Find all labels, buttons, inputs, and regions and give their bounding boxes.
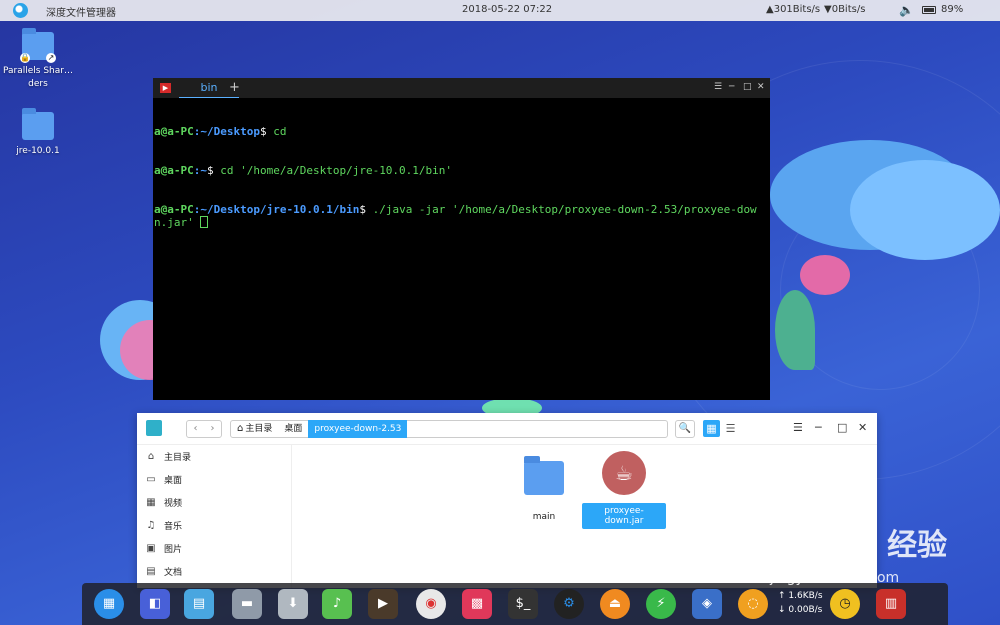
sidebar-item-documents[interactable]: ▤ 文档 (137, 560, 291, 583)
top-panel: 深度文件管理器 2018-05-22 07:22 ▲301Bits/s ▼0Bi… (0, 0, 1000, 21)
deepin-launcher-icon[interactable] (13, 3, 28, 18)
datetime-icon[interactable]: ◷ (830, 589, 860, 619)
terminal-window[interactable]: ▶ bin + ☰ ─ □ ✕ a@a-PC:~/Desktop$ cd a@a… (153, 78, 770, 400)
file-manager-toolbar: ‹ › ⌂ 主目录 桌面 proxyee-down-2.53 🔍 ▦ ☰ ☰ ─ … (137, 413, 877, 445)
power-icon[interactable]: ⚡ (646, 589, 676, 619)
add-tab-icon[interactable]: + (229, 80, 240, 95)
breadcrumb-current[interactable]: proxyee-down-2.53 (308, 419, 408, 438)
clock[interactable]: 2018-05-22 07:22 (462, 4, 552, 15)
folder-icon: 🔒 ↗ (20, 28, 56, 63)
desktop-icon: ▭ (146, 474, 156, 485)
sidebar-item-pictures[interactable]: ▣ 图片 (137, 537, 291, 560)
navigation-buttons: ‹ › (186, 420, 222, 438)
network-folder-icon[interactable]: ◈ (692, 589, 722, 619)
watermark-url: jingyan.baidu.com (770, 570, 900, 586)
breadcrumb-desktop[interactable]: 桌面 (278, 421, 308, 437)
desktop-icon-parallels-shared[interactable]: 🔒 ↗ Parallels Shar…ders (3, 28, 73, 91)
wallpaper-cloud (800, 255, 850, 295)
lock-icon: 🔒 (20, 53, 30, 63)
launcher-icon[interactable]: ▦ (94, 589, 124, 619)
wallpaper-leaf (775, 290, 815, 370)
download-arrow-icon: ▼ (824, 4, 832, 15)
desktop-icon-jre[interactable]: jre-10.0.1 (3, 108, 73, 158)
close-icon[interactable]: ✕ (858, 421, 867, 434)
eject-icon[interactable]: ⏏ (600, 589, 630, 619)
image-viewer-icon[interactable]: ▩ (462, 589, 492, 619)
file-manager-sidebar: ⌂ 主目录 ▭ 桌面 ▦ 视频 ♫ 音乐 ▣ 图片 ▤ 文档 (137, 445, 292, 588)
battery-icon[interactable] (922, 6, 936, 14)
list-view-icon[interactable]: ☰ (722, 420, 739, 437)
minimize-icon[interactable]: ─ (729, 82, 734, 92)
minimize-icon[interactable]: ─ (815, 421, 822, 434)
battery-percent: 89% (941, 4, 964, 15)
file-name: proxyee-down.jar (582, 503, 666, 529)
search-icon[interactable]: 🔍 (675, 420, 695, 438)
terminal-line: a@a-PC:~/Desktop/jre-10.0.1/bin$ ./java … (154, 203, 757, 229)
video-icon: ▦ (146, 497, 156, 508)
terminal-line: a@a-PC:~/Desktop$ cd (154, 125, 287, 138)
terminal-cursor (200, 216, 209, 228)
maximize-icon[interactable]: □ (837, 421, 847, 434)
desktop-icon-label: jre-10.0.1 (16, 146, 60, 156)
file-view[interactable]: main ☕ proxyee-down.jar (292, 445, 877, 588)
close-icon[interactable]: ✕ (757, 82, 765, 92)
maximize-icon[interactable]: □ (743, 82, 752, 92)
baidu-watermark: Bai du 经验 jingyan.baidu.com (770, 520, 948, 586)
desktop-icon-label: Parallels Shar…ders (3, 66, 73, 89)
file-manager-window[interactable]: ‹ › ⌂ 主目录 桌面 proxyee-down-2.53 🔍 ▦ ☰ ☰ ─ … (137, 413, 877, 588)
home-icon: ⌂ (237, 423, 244, 434)
file-manager-app-icon (146, 420, 162, 436)
java-jar-icon: ☕ (602, 451, 646, 495)
archive-manager-icon[interactable]: ▬ (232, 589, 262, 619)
sidebar-item-home[interactable]: ⌂ 主目录 (137, 445, 291, 468)
terminal-line: a@a-PC:~$ cd '/home/a/Desktop/jre-10.0.1… (154, 164, 453, 177)
file-manager-dock-icon[interactable]: ▤ (184, 589, 214, 619)
app-store-icon[interactable]: ⬇ (278, 589, 308, 619)
terminal-dock-icon[interactable]: $_ (508, 589, 538, 619)
terminal-titlebar: ▶ bin + ☰ ─ □ ✕ (153, 78, 770, 98)
movie-player-icon[interactable]: ▶ (368, 589, 398, 619)
loading-indicator-icon[interactable]: ◌ (738, 589, 768, 619)
icon-view-icon[interactable]: ▦ (703, 420, 720, 437)
home-icon: ⌂ (147, 451, 155, 462)
menu-icon[interactable]: ☰ (793, 421, 803, 434)
file-name: main (532, 512, 556, 522)
sidebar-item-videos[interactable]: ▦ 视频 (137, 491, 291, 514)
music-icon: ♫ (146, 520, 156, 531)
file-item[interactable]: ☕ proxyee-down.jar (582, 451, 666, 529)
control-center-icon[interactable]: ⚙ (554, 589, 584, 619)
dock: ▦ ◧ ▤ ▬ ⬇ ♪ ▶ ◉ ▩ $_ ⚙ ⏏ ⚡ ◈ ◌ ↑ 1.6KB/s… (82, 583, 948, 625)
chrome-icon[interactable]: ◉ (416, 589, 446, 619)
upload-arrow-icon: ▲ (766, 4, 774, 15)
folder-icon (524, 456, 564, 495)
back-icon[interactable]: ‹ (187, 421, 204, 437)
dock-network-speed: ↑ 1.6KB/s ↓ 0.00B/s (778, 591, 823, 615)
folder-icon (22, 108, 54, 140)
trash-icon[interactable]: ▥ (876, 589, 906, 619)
breadcrumb-home[interactable]: ⌂ 主目录 (231, 421, 278, 437)
menu-icon[interactable]: ☰ (714, 82, 722, 92)
sidebar-item-music[interactable]: ♫ 音乐 (137, 514, 291, 537)
multitask-view-icon[interactable]: ◧ (140, 589, 170, 619)
forward-icon[interactable]: › (204, 421, 221, 437)
wallpaper-cloud (850, 160, 1000, 260)
file-item[interactable]: main (502, 455, 586, 525)
watermark-brand: Bai du 经验 (770, 528, 948, 563)
music-player-icon[interactable]: ♪ (322, 589, 352, 619)
link-icon: ↗ (46, 53, 56, 63)
active-app-title: 深度文件管理器 (46, 8, 116, 19)
terminal-app-icon: ▶ (160, 83, 171, 93)
document-icon: ▤ (146, 566, 156, 577)
network-upload-speed: ▲301Bits/s (766, 4, 821, 15)
sidebar-item-desktop[interactable]: ▭ 桌面 (137, 468, 291, 491)
terminal-output[interactable]: a@a-PC:~/Desktop$ cd a@a-PC:~$ cd '/home… (153, 98, 770, 256)
volume-icon[interactable]: 🔈 (899, 3, 914, 17)
breadcrumb: ⌂ 主目录 桌面 proxyee-down-2.53 (230, 419, 668, 438)
picture-icon: ▣ (146, 543, 156, 554)
network-download-speed: ▼0Bits/s (824, 4, 866, 15)
